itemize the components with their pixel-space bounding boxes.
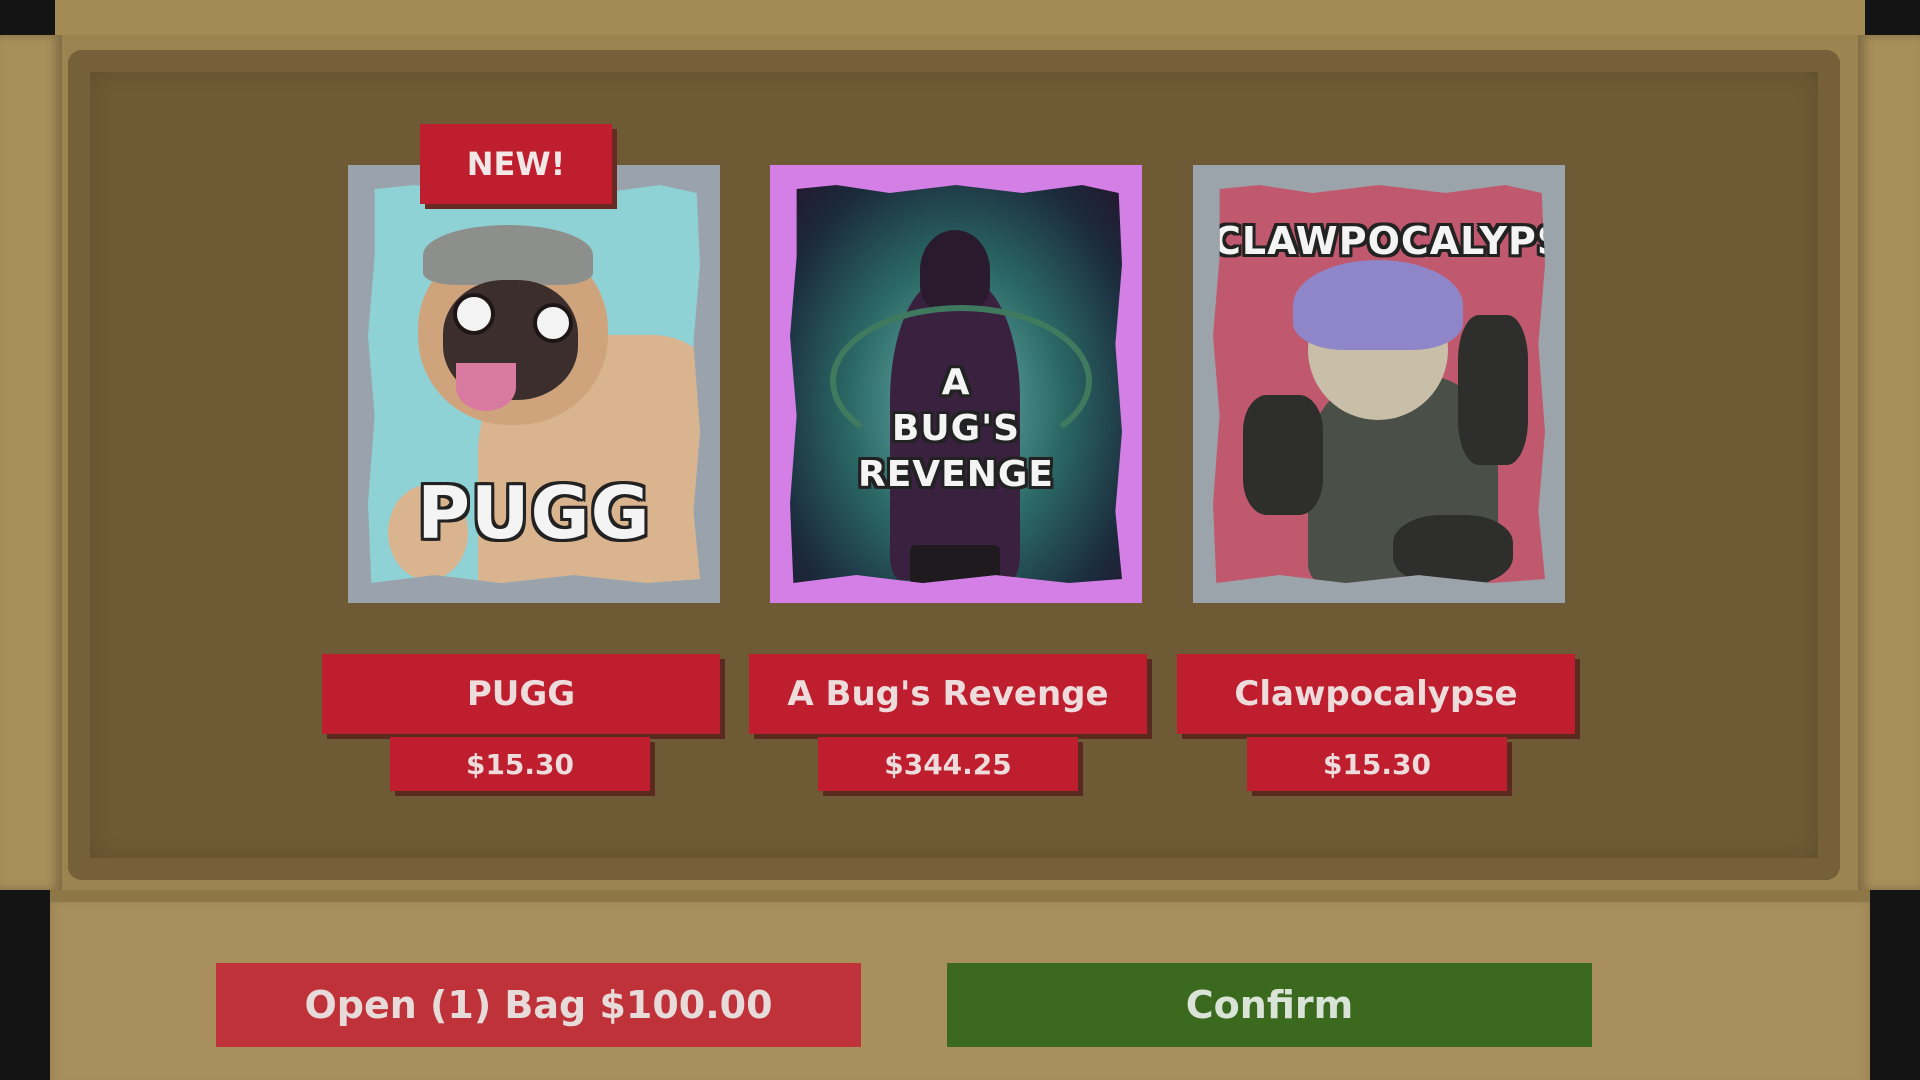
card-art-clawpocalypse: CLAWPOCALYPSE [1213,185,1545,583]
card-name-plate: Clawpocalypse [1177,654,1575,734]
confirm-button[interactable]: Confirm [947,963,1592,1047]
card-price-plate: $15.30 [1247,737,1507,791]
open-bag-button[interactable]: Open (1) Bag $100.00 [216,963,861,1047]
pug-eye-left [453,293,495,335]
card-art-title-line2: BUG'S REVENGE [857,408,1055,495]
card-name-plate: PUGG [322,654,720,734]
claw-hair [1293,260,1463,350]
card-art-title: A BUG'S REVENGE [790,360,1122,498]
pug-eye-right [533,303,573,343]
claw-hand [1393,515,1513,583]
card-art-title-line1: A [941,362,971,403]
card-art-pugg: PUGG [368,185,700,583]
card-clawpocalypse[interactable]: CLAWPOCALYPSE [1193,165,1565,603]
bug-boots [910,545,1000,583]
box-flap-right [1858,35,1920,890]
new-badge: NEW! [420,124,612,204]
card-pugg[interactable]: PUGG [348,165,720,603]
bug-hood [920,230,990,310]
card-name-plate: A Bug's Revenge [749,654,1147,734]
claw-arm-left [1243,395,1323,515]
claw-arm-right [1458,315,1528,465]
card-art-bugs-revenge: A BUG'S REVENGE [790,185,1122,583]
card-bugs-revenge[interactable]: A BUG'S REVENGE [770,165,1142,603]
card-art-title: PUGG [417,471,651,555]
card-price-plate: $344.25 [818,737,1078,791]
pug-tongue [456,363,516,411]
pug-hat [423,225,593,285]
box-flap-left [0,35,62,890]
card-art-title: CLAWPOCALYPSE [1213,219,1545,263]
box-front-edge [50,890,1870,902]
card-price-plate: $15.30 [390,737,650,791]
